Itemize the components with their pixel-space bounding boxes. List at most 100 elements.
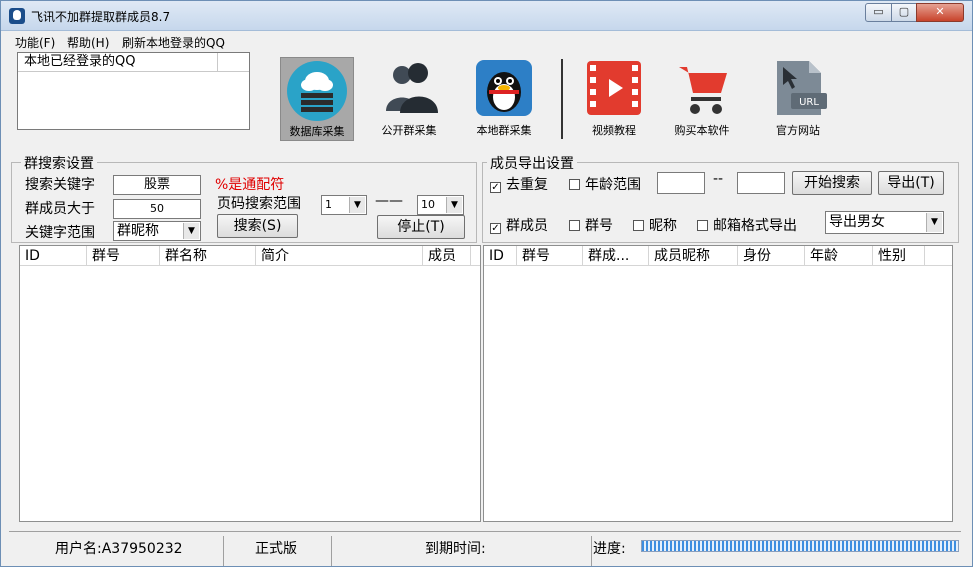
menu-refresh-qq[interactable]: 刷新本地登录的QQ: [122, 34, 225, 51]
status-edition: 正式版: [255, 541, 297, 557]
app-window: 飞讯不加群提取群成员8.7 ▭ ▢ ✕ 功能(F) 帮助(H) 刷新本地登录的Q…: [0, 0, 973, 567]
group-search-title: 群搜索设置: [21, 153, 97, 173]
checkbox-box: [697, 220, 708, 231]
official-site-button[interactable]: URL 官方网站: [761, 57, 835, 141]
maximize-button[interactable]: ▢: [891, 3, 917, 22]
public-group-collect-label: 公开群采集: [381, 124, 437, 137]
group-col-name[interactable]: 群名称: [160, 246, 256, 266]
check-icon: ✓: [490, 182, 501, 193]
dedupe-label: 去重复: [506, 177, 548, 193]
page-range-dash: ——: [375, 193, 403, 209]
scope-label: 关键字范围: [25, 225, 95, 241]
group-member-label: 群成员: [506, 218, 548, 234]
page-to-value: 10: [421, 198, 435, 211]
check-icon: ✓: [490, 223, 501, 234]
svg-text:URL: URL: [799, 97, 819, 108]
local-group-collect-button[interactable]: 本地群采集: [467, 57, 541, 141]
status-bar: 用户名:A37950232 正式版 到期时间: 进度:: [9, 531, 961, 568]
menu-help[interactable]: 帮助(H): [67, 34, 109, 51]
member-col-group-no[interactable]: 群号: [517, 246, 583, 266]
member-col-age[interactable]: 年龄: [805, 246, 873, 266]
email-format-checkbox[interactable]: 邮箱格式导出: [697, 215, 797, 235]
group-no-checkbox[interactable]: 群号: [569, 215, 613, 235]
dedupe-checkbox[interactable]: ✓ 去重复: [490, 174, 548, 194]
group-col-id[interactable]: ID: [20, 246, 87, 266]
export-button[interactable]: 导出(T): [878, 171, 944, 195]
keyword-input[interactable]: 股票: [113, 175, 201, 195]
group-member-checkbox[interactable]: ✓ 群成员: [490, 215, 548, 235]
member-col-gender[interactable]: 性别: [873, 246, 925, 266]
url-document-icon: URL: [769, 59, 827, 117]
qq-penguin-icon: [475, 59, 533, 117]
members-min-input[interactable]: 50: [113, 199, 201, 219]
db-collect-button[interactable]: 数据库采集: [280, 57, 354, 141]
checkbox-box: [569, 179, 580, 190]
age-range-label: 年龄范围: [585, 177, 641, 193]
email-format-label: 邮箱格式导出: [713, 218, 797, 234]
status-username: 用户名:A37950232: [55, 541, 183, 557]
wildcard-note: %是通配符: [215, 177, 285, 193]
chevron-down-icon: ▼: [349, 197, 365, 213]
video-tutorial-button[interactable]: 视频教程: [577, 57, 651, 141]
members-label: 群成员大于: [25, 201, 95, 217]
buy-software-button[interactable]: 购买本软件: [665, 57, 739, 141]
member-col-nickname[interactable]: 成员昵称: [649, 246, 738, 266]
stop-button[interactable]: 停止(T): [377, 215, 465, 239]
group-list[interactable]: ID 群号 群名称 简介 成员: [19, 245, 481, 522]
age-range-checkbox[interactable]: 年龄范围: [569, 174, 641, 194]
menu-function[interactable]: 功能(F): [15, 34, 55, 51]
nickname-checkbox[interactable]: 昵称: [633, 215, 677, 235]
app-qq-icon: [9, 8, 25, 24]
member-list[interactable]: ID 群号 群成... 成员昵称 身份 年龄 性别: [483, 245, 953, 522]
page-to-select[interactable]: 10 ▼: [417, 195, 464, 215]
group-col-intro[interactable]: 简介: [256, 246, 423, 266]
age-min-input[interactable]: [657, 172, 705, 194]
member-col-id[interactable]: ID: [484, 246, 517, 266]
checkbox-box: [633, 220, 644, 231]
official-site-label: 官方网站: [776, 124, 820, 137]
toolbar-separator: [561, 59, 563, 139]
window-title: 飞讯不加群提取群成员8.7: [31, 10, 171, 24]
chevron-down-icon: ▼: [926, 213, 942, 232]
db-collect-label: 数据库采集: [289, 125, 345, 138]
minimize-button[interactable]: ▭: [865, 3, 892, 22]
page-range-label: 页码搜索范围: [217, 196, 301, 212]
local-qq-header-label: 本地已经登录的QQ: [18, 53, 218, 72]
page-from-value: 1: [325, 198, 332, 211]
status-progress-label: 进度:: [593, 541, 626, 557]
local-qq-list-header: 本地已经登录的QQ: [18, 53, 249, 72]
scope-value: 群昵称: [117, 223, 159, 239]
age-max-input[interactable]: [737, 172, 785, 194]
chevron-down-icon: ▼: [183, 223, 199, 239]
chevron-down-icon: ▼: [446, 197, 462, 213]
scope-select[interactable]: 群昵称 ▼: [113, 221, 201, 241]
gender-export-select[interactable]: 导出男女 ▼: [825, 211, 944, 234]
start-search-button[interactable]: 开始搜索: [792, 171, 872, 195]
group-col-members[interactable]: 成员: [423, 246, 471, 266]
keyword-label: 搜索关键字: [25, 177, 95, 193]
status-expiry: 到期时间:: [425, 541, 486, 557]
export-settings-title: 成员导出设置: [487, 153, 577, 173]
nickname-label: 昵称: [649, 218, 677, 234]
checkbox-box: [569, 220, 580, 231]
public-group-collect-button[interactable]: 公开群采集: [372, 57, 446, 141]
film-play-icon: [585, 59, 643, 117]
menu-bar: 功能(F) 帮助(H) 刷新本地登录的QQ: [1, 32, 972, 50]
title-bar[interactable]: 飞讯不加群提取群成员8.7 ▭ ▢ ✕: [1, 1, 972, 31]
member-col-role[interactable]: 身份: [738, 246, 805, 266]
local-qq-list[interactable]: 本地已经登录的QQ: [17, 52, 250, 130]
member-col-group-name[interactable]: 群成...: [583, 246, 649, 266]
close-button[interactable]: ✕: [916, 3, 964, 22]
shopping-cart-icon: [673, 59, 731, 117]
status-divider: [223, 536, 224, 566]
cloud-database-icon: [287, 61, 347, 121]
buy-software-label: 购买本软件: [674, 124, 730, 137]
member-list-header: ID 群号 群成... 成员昵称 身份 年龄 性别: [484, 246, 952, 266]
local-group-collect-label: 本地群采集: [476, 124, 532, 137]
group-col-number[interactable]: 群号: [87, 246, 160, 266]
search-button[interactable]: 搜索(S): [217, 214, 298, 238]
two-users-icon: [380, 59, 438, 117]
progress-bar: [641, 540, 959, 552]
page-from-select[interactable]: 1 ▼: [321, 195, 367, 215]
group-no-label: 群号: [585, 218, 613, 234]
